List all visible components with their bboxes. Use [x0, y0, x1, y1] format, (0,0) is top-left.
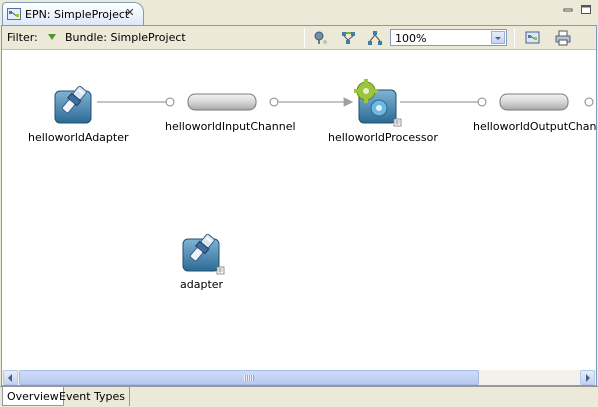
scroll-right-button[interactable]: [580, 370, 595, 385]
editor-tab[interactable]: EPN: SimpleProject ✕: [2, 2, 144, 26]
tab-event-types[interactable]: Event Types: [55, 387, 131, 406]
toolbar-separator: [304, 28, 305, 48]
scroll-grip: [244, 375, 254, 381]
node-label[interactable]: adapter: [180, 278, 223, 291]
filter-toolbar: Filter: Bundle: SimpleProject 100%: [2, 26, 596, 50]
zoom-value: 100%: [395, 32, 427, 45]
editor-tab-strip: EPN: SimpleProject ✕: [0, 0, 598, 26]
export-image-icon[interactable]: [524, 29, 542, 47]
minimize-icon[interactable]: [561, 3, 575, 17]
connector: [584, 97, 594, 107]
node-label[interactable]: helloworldProcessor: [328, 131, 438, 144]
horizontal-scrollbar[interactable]: [2, 370, 596, 385]
scroll-left-button[interactable]: [3, 370, 18, 385]
channel-node-icon[interactable]: [187, 93, 257, 111]
epn-diagram-canvas[interactable]: helloworldAdapter helloworldInputChannel…: [2, 51, 596, 370]
node-label[interactable]: helloworldAdapter: [28, 131, 129, 144]
epn-editor-window: EPN: SimpleProject ✕ Filter: Bundle: Sim…: [0, 0, 598, 407]
close-icon[interactable]: ✕: [124, 7, 136, 19]
print-icon[interactable]: [554, 29, 572, 47]
epn-editor-icon: [7, 8, 21, 20]
arrange-icon[interactable]: [366, 29, 384, 47]
show-all-icon[interactable]: [312, 29, 330, 47]
auto-layout-icon[interactable]: [340, 29, 358, 47]
scroll-thumb[interactable]: [19, 370, 479, 385]
editor-tab-title: EPN: SimpleProject: [25, 8, 130, 21]
toolbar-separator: [514, 28, 515, 48]
channel-node-icon[interactable]: [499, 93, 569, 111]
connector: [97, 97, 175, 107]
chevron-down-icon[interactable]: [491, 31, 505, 44]
connector: [400, 97, 487, 107]
zoom-combo[interactable]: 100%: [390, 29, 507, 46]
node-label[interactable]: helloworldOutputChannel: [473, 120, 596, 133]
bottom-tab-bar: Overview Event Types: [0, 386, 598, 407]
filter-label: Filter:: [7, 31, 38, 44]
filter-dropdown-icon[interactable]: [48, 34, 56, 40]
epn-diagram: [54, 79, 594, 275]
adapter-node-icon[interactable]: [54, 85, 92, 124]
editor-panel: Filter: Bundle: SimpleProject 100% hello…: [1, 25, 597, 386]
maximize-icon[interactable]: [579, 3, 593, 17]
filter-value[interactable]: Bundle: SimpleProject: [65, 31, 186, 44]
node-label[interactable]: helloworldInputChannel: [165, 120, 296, 133]
processor-node-icon[interactable]: [354, 79, 402, 127]
connector: [269, 97, 354, 107]
adapter-node-icon[interactable]: [182, 233, 225, 275]
